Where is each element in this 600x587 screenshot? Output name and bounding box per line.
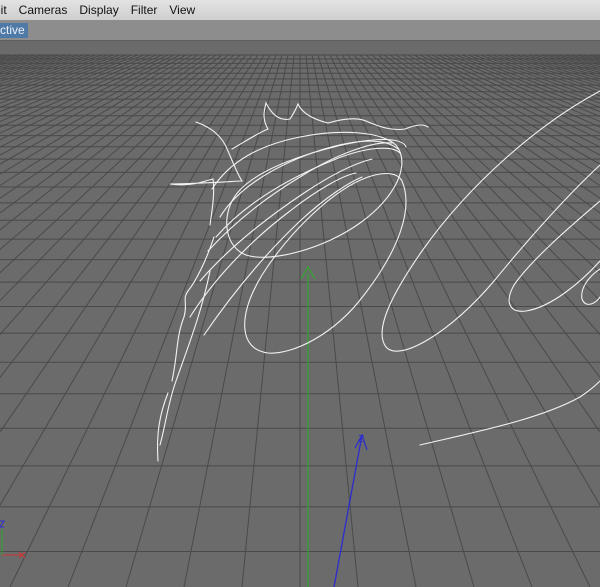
menu-edit[interactable]: lit xyxy=(0,3,13,17)
menu-bar: lit Cameras Display Filter View xyxy=(0,0,600,21)
menu-filter[interactable]: Filter xyxy=(125,3,164,17)
viewport-3d[interactable]: Z xyxy=(0,41,600,587)
menu-view[interactable]: View xyxy=(163,3,201,17)
menu-display[interactable]: Display xyxy=(73,3,124,17)
menu-cameras[interactable]: Cameras xyxy=(13,3,74,17)
viewport-canvas[interactable]: Z xyxy=(0,41,600,587)
viewport-header: ctive xyxy=(0,21,600,41)
z-axis-label: Z xyxy=(358,434,364,445)
viewport-label[interactable]: ctive xyxy=(0,23,28,38)
